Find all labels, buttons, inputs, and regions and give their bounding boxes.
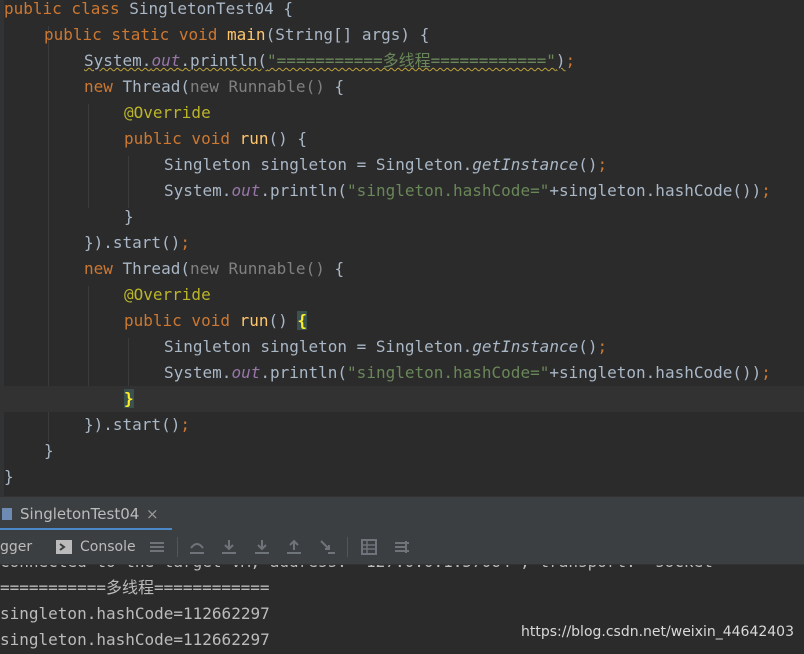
- watermark: https://blog.csdn.net/weixin_44642403: [520, 624, 794, 640]
- code-line: @Override: [124, 103, 211, 122]
- current-line: }: [0, 386, 804, 412]
- indent-guide: [128, 156, 129, 208]
- debug-toolbar: gger Console: [0, 530, 804, 565]
- code-line: System.out.println("singleton.hashCode="…: [164, 181, 771, 200]
- code-line: Singleton singleton = Singleton.getInsta…: [164, 337, 608, 356]
- tab-console-label: Console: [80, 539, 136, 555]
- code-line: Singleton singleton = Singleton.getInsta…: [164, 155, 608, 174]
- evaluate-icon[interactable]: [360, 538, 378, 556]
- code-line: public static void main(String[] args) {: [44, 25, 430, 44]
- code-line: new Thread(new Runnable() {: [84, 259, 345, 278]
- trace-icon[interactable]: [393, 538, 411, 556]
- tab-label: SingletonTest04: [20, 505, 140, 523]
- brace-match-highlight: }: [124, 389, 134, 408]
- console-line: connected to the target VM, address: '12…: [0, 565, 722, 575]
- menu-icon[interactable]: [148, 538, 166, 556]
- console-line: singleton.hashCode=112662297: [0, 604, 270, 623]
- run-to-cursor-icon[interactable]: [318, 538, 336, 556]
- indent-guide: [128, 338, 129, 390]
- code-line: public void run() {: [124, 129, 308, 148]
- code-line: System.out.println("singleton.hashCode="…: [164, 363, 771, 382]
- code-line: @Override: [124, 285, 211, 304]
- run-tab-bar: SingletonTest04 ×: [0, 496, 804, 531]
- indent-guide: [88, 286, 89, 390]
- tab-debugger[interactable]: gger: [0, 530, 32, 564]
- code-line: }: [4, 467, 14, 486]
- editor-gutter: [0, 0, 4, 496]
- code-editor[interactable]: public class SingletonTest04 { public st…: [0, 0, 804, 496]
- brace-match-highlight: {: [297, 311, 308, 330]
- console-line: singleton.hashCode=112662297: [0, 630, 270, 649]
- indent-guide: [48, 26, 49, 442]
- close-icon[interactable]: ×: [146, 497, 159, 531]
- run-config-icon: [2, 508, 12, 520]
- code-line: System.out.println("===========多线程======…: [84, 51, 576, 70]
- tab-singletontest04[interactable]: SingletonTest04 ×: [0, 497, 172, 531]
- code-line: }).start();: [84, 415, 190, 434]
- code-line: }: [124, 207, 134, 226]
- code-line: }).start();: [84, 233, 190, 252]
- toolbar-separator: [347, 537, 348, 557]
- toolbar-separator: [177, 537, 178, 557]
- code-line: public class SingletonTest04 {: [4, 0, 293, 18]
- console-icon: [56, 540, 72, 554]
- step-into-icon[interactable]: [220, 538, 238, 556]
- indent-guide: [88, 104, 89, 208]
- code-line: new Thread(new Runnable() {: [84, 77, 345, 96]
- step-out-icon[interactable]: [285, 538, 303, 556]
- step-over-icon[interactable]: [188, 538, 206, 556]
- console-output[interactable]: connected to the target VM, address: '12…: [0, 565, 804, 654]
- force-step-into-icon[interactable]: [253, 538, 271, 556]
- code-line: public void run() {: [124, 311, 308, 330]
- code-line: }: [44, 441, 54, 460]
- console-line: ===========多线程============: [0, 578, 270, 597]
